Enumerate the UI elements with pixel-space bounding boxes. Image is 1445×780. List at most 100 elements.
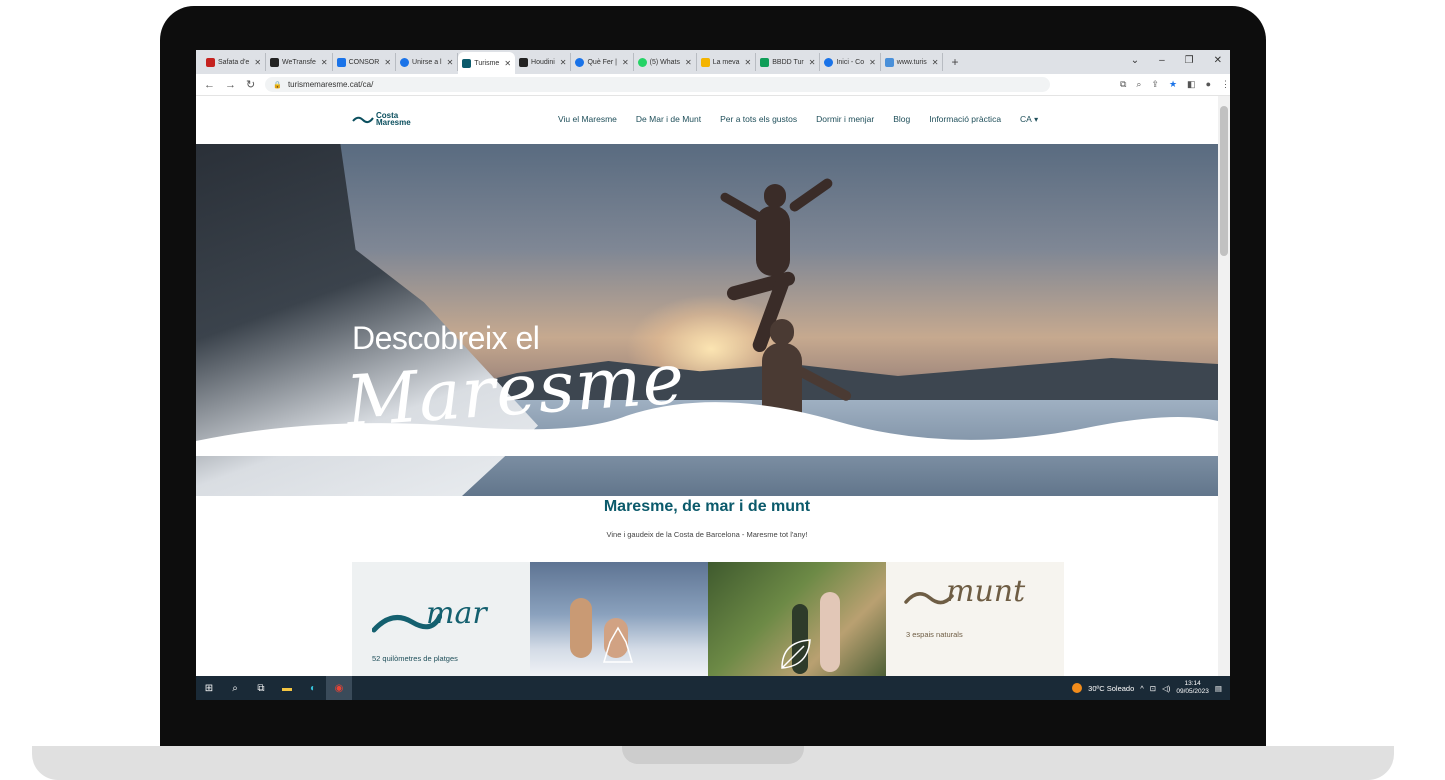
file-explorer-icon[interactable]: ▬ (274, 676, 300, 700)
browser-tab[interactable]: Què Fer | ✕ (571, 53, 634, 71)
chrome-icon (824, 57, 834, 67)
beach-person (570, 598, 592, 658)
web-page: Costa Maresme Viu el Maresme De Mar i de… (196, 96, 1218, 676)
volume-icon[interactable]: ◁) (1162, 684, 1170, 693)
share-icon[interactable]: ⇪ (1151, 79, 1159, 90)
tab-label: CONSOR (348, 58, 380, 66)
weather-sun-icon (1072, 683, 1083, 693)
browser-tab[interactable]: Inici - Co ✕ (820, 53, 881, 71)
bookmark-star-icon[interactable]: ★ (1169, 79, 1177, 90)
wetransfer-icon (270, 57, 280, 67)
edge-icon[interactable]: ◐ (300, 676, 326, 700)
zoom-icon[interactable]: ⌕ (1136, 79, 1141, 90)
tab-label: La meva (712, 58, 740, 66)
translate-icon[interactable]: ⧉ (1120, 79, 1126, 90)
close-tab-icon[interactable]: ✕ (932, 58, 939, 67)
close-tab-icon[interactable]: ✕ (560, 58, 567, 67)
cards-row: mar 52 quilòmetres de platges munt 3 esp… (352, 562, 1064, 676)
lock-icon: 🔒 (273, 81, 282, 89)
main-menu: Viu el Maresme De Mar i de Munt Per a to… (558, 114, 1038, 124)
card-beach-photo[interactable] (530, 562, 708, 676)
sandcastle-outline-icon (602, 626, 634, 663)
windows-taskbar: ⊞ ⌕ ⧉ ▬ ◐ ◉ 30ºC Soleado ^ ⊡ ◁) 13:14 09… (196, 676, 1230, 700)
close-tab-icon[interactable]: ✕ (745, 58, 752, 67)
card-mar[interactable]: mar 52 quilòmetres de platges (352, 562, 530, 676)
site-logo[interactable]: Costa Maresme (352, 112, 411, 127)
url-text: turismemaresme.cat/ca/ (287, 80, 374, 89)
section-title: Maresme, de mar i de munt (603, 498, 811, 515)
start-windows-icon[interactable]: ⊞ (196, 676, 222, 700)
browser-tab[interactable]: BBDD Tur ✕ (756, 53, 821, 71)
window-controls: ⌄ – ❐ ✕ (1131, 55, 1222, 66)
search-icon[interactable]: ⌕ (222, 676, 248, 700)
forward-icon[interactable]: → (225, 79, 236, 91)
tab-label: www.turis (896, 58, 927, 66)
menu-item-viu-el-maresme[interactable]: Viu el Maresme (558, 114, 617, 124)
side-panel-icon[interactable]: ◧ (1187, 79, 1196, 90)
tab-label: (5) Whats (649, 58, 680, 66)
browser-tab-active[interactable]: Turisme ✕ (458, 52, 516, 74)
menu-item-de-mar-i-de-munt[interactable]: De Mar i de Munt (636, 114, 701, 124)
menu-item-informacio-practica[interactable]: Informació pràctica (929, 114, 1001, 124)
quefer-icon (575, 57, 585, 67)
weather-text[interactable]: 30ºC Soleado (1088, 684, 1134, 693)
close-tab-icon[interactable]: ✕ (685, 58, 692, 67)
hiker (820, 592, 840, 672)
tab-label: BBDD Tur (772, 58, 804, 66)
close-tab-icon[interactable]: ✕ (321, 58, 328, 67)
laptop-screen: Safata d'e ✕ WeTransfe ✕ CONSOR ✕ Unirse a … (196, 50, 1230, 700)
close-tab-icon[interactable]: ✕ (254, 58, 261, 67)
browser-tab[interactable]: Houdini ✕ (515, 53, 572, 71)
scrollbar-thumb[interactable] (1220, 106, 1228, 256)
browser-tab[interactable]: www.turis ✕ (881, 53, 944, 71)
tab-label: WeTransfe (282, 58, 316, 66)
task-view-icon[interactable]: ⧉ (248, 676, 274, 700)
browser-tab[interactable]: Safata d'e ✕ (202, 53, 267, 71)
wave-logo-icon (352, 116, 374, 124)
close-tab-icon[interactable]: ✕ (809, 58, 816, 67)
profile-avatar-icon[interactable]: ● (1206, 79, 1211, 90)
browser-tab[interactable]: WeTransfe ✕ (266, 53, 333, 71)
reload-icon[interactable]: ↻ (246, 78, 255, 91)
close-tab-icon[interactable]: ✕ (869, 58, 876, 67)
menu-item-dormir-i-menjar[interactable]: Dormir i menjar (816, 114, 874, 124)
language-selector[interactable]: CA (1020, 114, 1038, 124)
new-tab-button[interactable]: + (951, 55, 958, 69)
card-forest-photo[interactable] (708, 562, 886, 676)
network-icon[interactable]: ⊡ (1150, 684, 1156, 693)
menu-kebab-icon[interactable]: ⋮ (1221, 79, 1230, 90)
logo-line-2: Maresme (376, 118, 411, 127)
clock[interactable]: 13:14 09/05/2023 (1176, 680, 1209, 696)
browser-tab-bar: Safata d'e ✕ WeTransfe ✕ CONSOR ✕ Unirse a … (196, 50, 1230, 74)
browser-tab[interactable]: Unirse a l ✕ (396, 53, 459, 71)
browser-toolbar: ← → ↻ 🔒 turismemaresme.cat/ca/ ⧉ ⌕ ⇪ ★ ◧… (196, 74, 1230, 96)
browser-tab[interactable]: (5) Whats ✕ (634, 53, 697, 71)
browser-tab[interactable]: La meva ✕ (697, 53, 757, 71)
laptop-mockup: Safata d'e ✕ WeTransfe ✕ CONSOR ✕ Unirse a … (0, 0, 1445, 780)
address-bar[interactable]: 🔒 turismemaresme.cat/ca/ (265, 77, 1050, 92)
browser-tab[interactable]: CONSOR ✕ (333, 53, 397, 71)
back-icon[interactable]: ← (204, 79, 215, 91)
close-window-icon[interactable]: ✕ (1214, 55, 1222, 66)
close-tab-icon[interactable]: ✕ (447, 58, 454, 67)
minimize-icon[interactable]: – (1159, 55, 1165, 66)
hero-wave-divider (196, 402, 1218, 456)
restore-icon[interactable]: ❐ (1185, 55, 1194, 66)
tray-chevron-icon[interactable]: ^ (1140, 684, 1144, 693)
card-script-text: mar (426, 596, 487, 631)
chrome-taskbar-icon[interactable]: ◉ (326, 676, 352, 700)
card-label: 3 espais naturals (906, 630, 963, 639)
page-scrollbar[interactable] (1218, 96, 1230, 676)
notifications-icon[interactable]: ▤ (1215, 684, 1222, 693)
menu-item-per-a-tots-els-gustos[interactable]: Per a tots els gustos (720, 114, 797, 124)
close-tab-icon[interactable]: ✕ (504, 59, 511, 68)
card-munt[interactable]: munt 3 espais naturals (886, 562, 1064, 676)
menu-item-blog[interactable]: Blog (893, 114, 910, 124)
close-tab-icon[interactable]: ✕ (622, 58, 629, 67)
laptop-notch (622, 746, 804, 764)
close-tab-icon[interactable]: ✕ (384, 58, 391, 67)
consorci-icon (336, 57, 346, 67)
toolbar-icons: ⧉ ⌕ ⇪ ★ ◧ ● ⋮ (1120, 79, 1230, 90)
clock-date: 09/05/2023 (1176, 688, 1209, 695)
tab-search-icon[interactable]: ⌄ (1131, 55, 1139, 66)
